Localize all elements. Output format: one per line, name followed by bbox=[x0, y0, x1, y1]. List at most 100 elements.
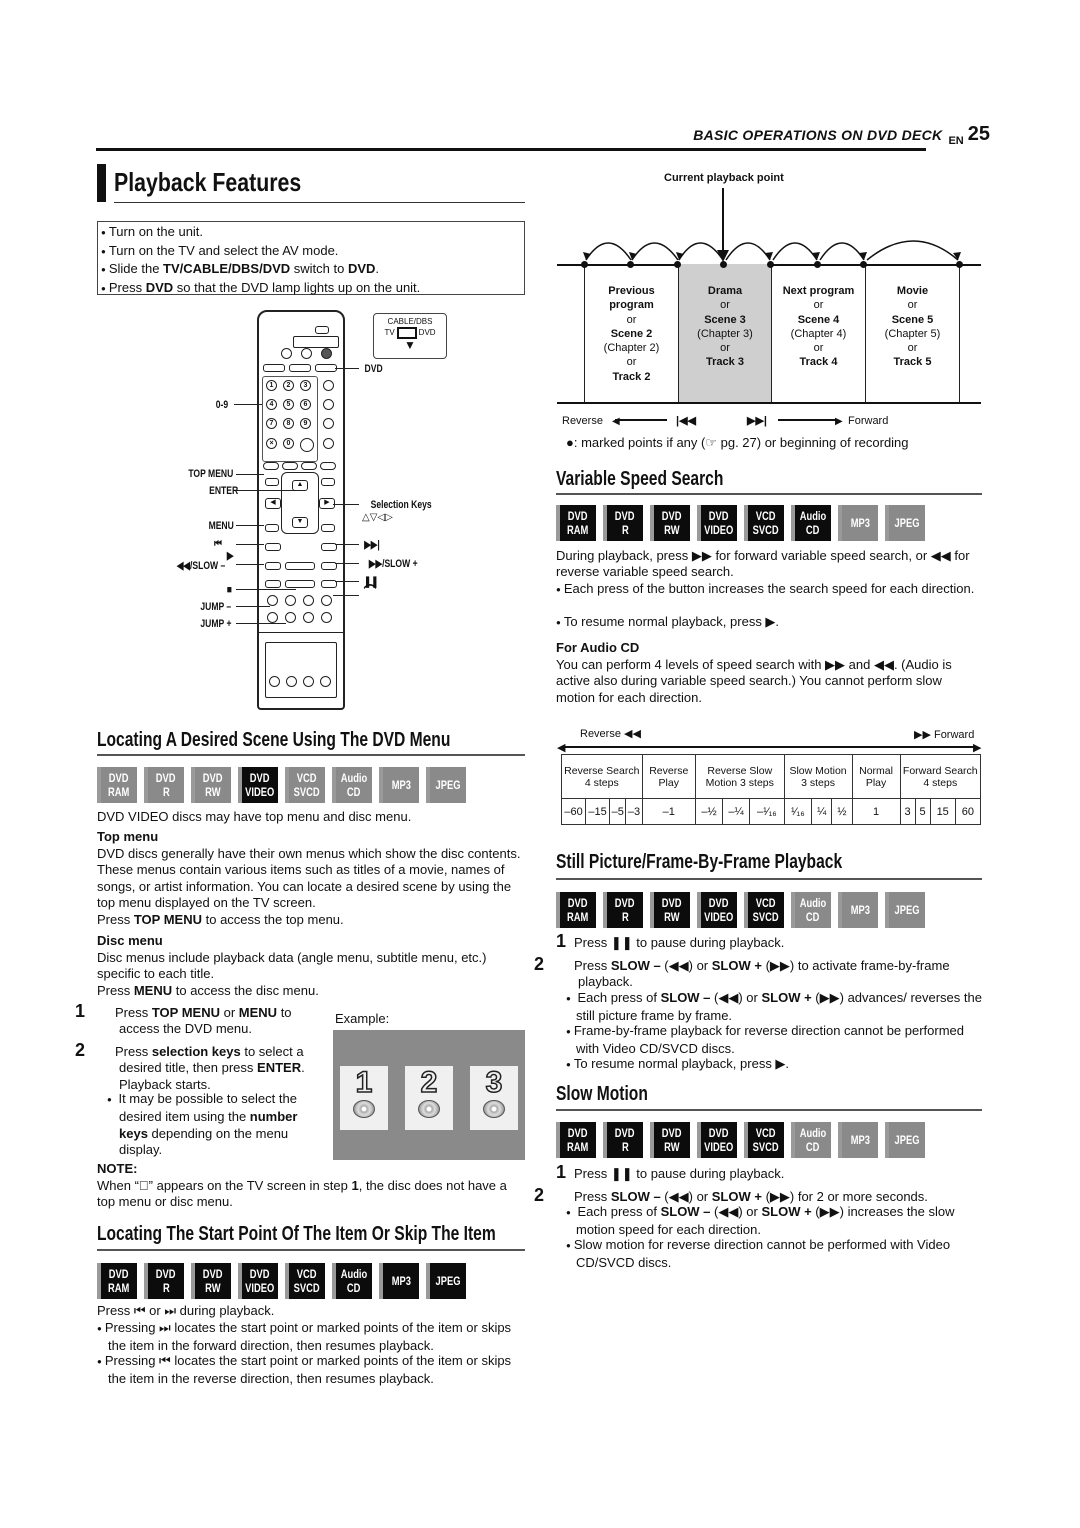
label-slow-minus: ◀◀/SLOW – bbox=[176, 560, 226, 572]
section-rule bbox=[556, 878, 982, 880]
speed-group-header: Normal Play bbox=[851, 754, 901, 799]
digit-button: 0 bbox=[283, 438, 294, 449]
slow-bullet: Each press of SLOW – (◀◀) or SLOW + (▶▶)… bbox=[566, 1204, 984, 1239]
cell-line: Next program bbox=[782, 285, 855, 297]
disc-badge-vcd-svcd: VCD SVCD bbox=[285, 767, 325, 803]
disc-badges: DVD RAM DVD R DVD RW DVD VIDEO VCD SVCD Audio CD MP3… bbox=[556, 1122, 925, 1158]
power-button bbox=[321, 348, 332, 359]
leader-line bbox=[335, 368, 359, 369]
marked-point bbox=[581, 261, 588, 268]
leader-line bbox=[333, 595, 359, 596]
color-button bbox=[320, 462, 336, 470]
disc-badge-dvd-r: DVD R bbox=[603, 892, 643, 928]
prev-button bbox=[265, 543, 281, 551]
label-repeat: ⌒ bbox=[363, 585, 377, 602]
button-round bbox=[300, 438, 314, 452]
leader-line bbox=[236, 490, 296, 491]
speed-value: –1 bbox=[641, 798, 696, 825]
digit-button: 6 bbox=[300, 399, 311, 410]
page-header: BASIC OPERATIONS ON DVD DECK EN 25 bbox=[680, 124, 990, 147]
channel-down-button bbox=[323, 438, 334, 449]
disc-badge-dvd-rw: DVD RW bbox=[650, 1122, 690, 1158]
preparation-box: Turn on the unit. Turn on the TV and sel… bbox=[97, 221, 525, 295]
button-round bbox=[285, 612, 296, 623]
cell-line: (Chapter 5) bbox=[884, 327, 941, 340]
prep-item: Turn on the unit. bbox=[101, 224, 524, 243]
disc-badge-audio-cd: Audio CD bbox=[332, 1263, 372, 1299]
button-round bbox=[267, 612, 278, 623]
variable-speed-bullet: Each press of the button increases the s… bbox=[556, 581, 984, 599]
speed-group-header: Reverse Slow Motion 3 steps bbox=[694, 754, 785, 799]
marked-point bbox=[720, 261, 727, 268]
disc-badges: DVD RAM DVD R DVD RW DVD VIDEO VCD SVCD Audio CD MP3… bbox=[97, 1263, 466, 1299]
cell-line: or bbox=[720, 342, 730, 355]
digit-button: × bbox=[266, 438, 277, 449]
label-enter: ENTER bbox=[209, 485, 239, 497]
label-next: ▶▶| bbox=[364, 539, 380, 551]
cell-border bbox=[959, 264, 960, 402]
section-title-variable-speed: Variable Speed Search bbox=[556, 468, 724, 490]
jump-minus-button bbox=[267, 595, 278, 606]
disc-badge-audio-cd: Audio CD bbox=[332, 767, 372, 803]
color-button bbox=[301, 462, 317, 470]
stop-button bbox=[285, 580, 315, 588]
speed-axis bbox=[562, 746, 976, 748]
disc-badges: DVD RAM DVD R DVD RW DVD VIDEO VCD SVCD Audio CD MP3… bbox=[97, 767, 466, 803]
cell-line: (Chapter 3) bbox=[697, 327, 753, 340]
button-round bbox=[303, 595, 314, 606]
prep-item: Press DVD so that the DVD lamp lights up… bbox=[101, 280, 524, 299]
top-menu-text: DVD discs generally have their own menus… bbox=[97, 846, 521, 927]
menu-title-card: 2 bbox=[405, 1065, 453, 1130]
speed-value: –¼ bbox=[722, 798, 751, 825]
disc-badge-vcd-svcd: VCD SVCD bbox=[744, 892, 784, 928]
button-round bbox=[281, 348, 292, 359]
marked-point bbox=[674, 261, 681, 268]
tv-dvd-switch bbox=[315, 326, 329, 334]
still-bullet: Frame-by-frame playback for reverse dire… bbox=[566, 1023, 984, 1058]
button-tv bbox=[263, 364, 285, 372]
disc-badge-jpeg: JPEG bbox=[885, 1122, 925, 1158]
section-rule bbox=[556, 493, 982, 495]
disc-badge-dvd-r: DVD R bbox=[144, 1263, 184, 1299]
still-step-1: 1 Press ❚❚ to pause during playback. bbox=[556, 931, 785, 951]
next-chapter-icon: ▶▶| bbox=[747, 415, 767, 427]
dvd-menu-step-2: 2 Press selection keys to select a desire… bbox=[75, 1040, 305, 1092]
skip-bullet: Pressing ⏭ locates the start point or ma… bbox=[97, 1320, 527, 1355]
speed-value: ¼ bbox=[811, 798, 833, 825]
down-key: ▼ bbox=[292, 517, 308, 528]
digit-button: 4 bbox=[266, 399, 277, 410]
cell-line: or bbox=[907, 342, 918, 355]
timeline-bottom bbox=[557, 402, 981, 404]
speed-reverse-label: Reverse ◀◀ bbox=[580, 728, 641, 740]
cell-line: Track 4 bbox=[799, 356, 838, 369]
leader-line bbox=[236, 544, 264, 545]
audio-cd-heading: For Audio CD bbox=[556, 640, 640, 655]
cell-line: (Chapter 4) bbox=[790, 327, 847, 340]
skip-bullet: Pressing ⏮ locates the start point or ma… bbox=[97, 1353, 527, 1388]
cell-line: Previous bbox=[608, 285, 655, 297]
switch-label-dvd: DVD bbox=[418, 328, 436, 337]
skip-intro: Press ⏮ or ⏭ during playback. bbox=[97, 1303, 275, 1318]
section-title-dvd-menu: Locating A Desired Scene Using The DVD M… bbox=[97, 729, 451, 751]
page-title: Playback Features bbox=[114, 167, 302, 197]
disc-badge-dvd-video: DVD VIDEO bbox=[238, 767, 278, 803]
disc-badge-dvd-video: DVD VIDEO bbox=[238, 1263, 278, 1299]
section-rule bbox=[97, 754, 525, 756]
switch-label-cable: CABLE/DBS bbox=[387, 317, 433, 326]
reverse-label: Reverse bbox=[562, 415, 603, 427]
arrow-left-icon: ◀ bbox=[612, 416, 620, 427]
label-dvd: DVD bbox=[364, 363, 383, 375]
disc-badge-mp3: MP3 bbox=[379, 767, 419, 803]
variable-speed-bullet: To resume normal playback, press ▶. bbox=[556, 614, 984, 632]
speed-value: –5 bbox=[609, 798, 627, 825]
still-bullet: To resume normal playback, press ▶. bbox=[566, 1056, 984, 1074]
disc-badge-dvd-ram: DVD RAM bbox=[556, 1122, 596, 1158]
section-title-slow-motion: Slow Motion bbox=[556, 1083, 648, 1105]
item-cell: Next program or Scene 4 (Chapter 4) or Track … bbox=[771, 264, 865, 402]
speed-value: ¹⁄₁₆ bbox=[783, 798, 813, 825]
forward-label: Forward bbox=[848, 415, 889, 427]
disc-badge-audio-cd: Audio CD bbox=[791, 892, 831, 928]
leader-line bbox=[236, 564, 264, 565]
digit-button: 7 bbox=[266, 418, 277, 429]
digit-button: 5 bbox=[283, 399, 294, 410]
